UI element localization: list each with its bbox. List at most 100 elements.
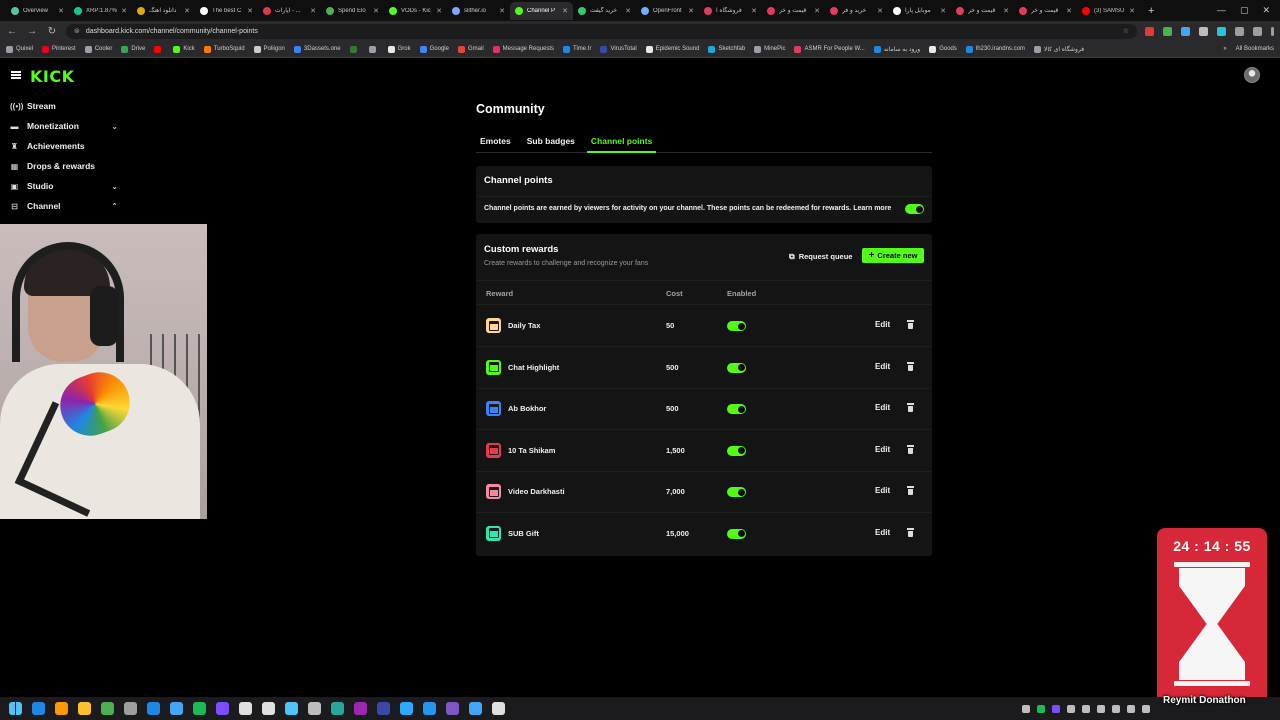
- tab-close-icon[interactable]: ✕: [373, 7, 379, 15]
- taskbar-app-icon[interactable]: [170, 702, 183, 715]
- tray-icon[interactable]: [1052, 704, 1060, 713]
- browser-tab[interactable]: (3) SAMSU ✕: [1077, 2, 1140, 20]
- taskbar-app-icon[interactable]: [32, 702, 45, 715]
- tab-close-icon[interactable]: ✕: [58, 7, 64, 15]
- bookmark-item[interactable]: Google: [419, 45, 449, 53]
- bookmark-item[interactable]: ASMR For People W...: [794, 45, 865, 53]
- tab-close-icon[interactable]: ✕: [877, 7, 883, 15]
- learn-more-link[interactable]: Learn more: [853, 205, 891, 212]
- bookmark-item[interactable]: Cooler: [84, 45, 112, 53]
- edit-reward-button[interactable]: Edit: [875, 486, 890, 495]
- tab-emotes[interactable]: Emotes: [476, 133, 515, 153]
- browser-tab[interactable]: slither.io ✕: [447, 2, 510, 20]
- taskbar-app-icon[interactable]: [55, 702, 68, 715]
- taskbar-app-icon[interactable]: [423, 702, 436, 715]
- bookmark-item[interactable]: Time.Ir: [563, 45, 591, 53]
- bookmark-item[interactable]: Grok: [387, 45, 411, 53]
- tab-close-icon[interactable]: ✕: [688, 7, 694, 15]
- browser-tab[interactable]: قیمت و خر ✕: [1014, 2, 1077, 20]
- browser-tab[interactable]: The best C ✕: [195, 2, 258, 20]
- reward-enabled-toggle[interactable]: [727, 321, 746, 331]
- bookmark-item[interactable]: Epidemic Sound: [645, 45, 699, 53]
- tab-close-icon[interactable]: ✕: [562, 7, 568, 15]
- edit-reward-button[interactable]: Edit: [875, 403, 890, 412]
- taskbar-app-icon[interactable]: [377, 702, 390, 715]
- new-tab-button[interactable]: +: [1140, 5, 1162, 17]
- browser-tab[interactable]: موبایل پارا ✕: [888, 2, 951, 20]
- tab-sub-badges[interactable]: Sub badges: [523, 133, 579, 153]
- extension-icon[interactable]: [1163, 26, 1172, 36]
- sidebar-item-monetization[interactable]: ▬ Monetization ⌄: [0, 116, 130, 136]
- profile-icon[interactable]: [1253, 26, 1262, 36]
- reward-enabled-toggle[interactable]: [727, 445, 746, 456]
- bookmarks-overflow-icon[interactable]: »: [1223, 46, 1226, 52]
- tray-icon[interactable]: [1082, 704, 1090, 713]
- edit-reward-button[interactable]: Edit: [875, 362, 890, 371]
- bookmark-item[interactable]: [154, 45, 164, 53]
- minimize-icon[interactable]: —: [1217, 5, 1226, 16]
- taskbar-app-icon[interactable]: [78, 702, 91, 715]
- bookmark-item[interactable]: فروشگاه ای کالا: [1033, 45, 1084, 53]
- bookmark-item[interactable]: [368, 45, 379, 53]
- tray-icon[interactable]: [1127, 704, 1135, 713]
- site-info-icon[interactable]: ⊜: [74, 27, 80, 35]
- browser-tab[interactable]: Overview ✕: [6, 2, 69, 20]
- hamburger-menu-icon[interactable]: [11, 71, 21, 79]
- taskbar-app-icon[interactable]: [285, 702, 298, 715]
- all-bookmarks-button[interactable]: All Bookmarks: [1236, 46, 1274, 52]
- bookmark-item[interactable]: lh230.irandns.com: [965, 45, 1025, 53]
- edit-reward-button[interactable]: Edit: [875, 320, 890, 329]
- tab-close-icon[interactable]: ✕: [184, 7, 190, 15]
- taskbar-app-icon[interactable]: [216, 702, 229, 715]
- chevron-up-icon[interactable]: ⌃: [111, 202, 118, 211]
- tab-close-icon[interactable]: ✕: [436, 7, 442, 15]
- taskbar-app-icon[interactable]: [400, 702, 413, 715]
- browser-tab[interactable]: OpenFront ✕: [636, 2, 699, 20]
- close-window-icon[interactable]: ✕: [1262, 5, 1270, 16]
- extension-icon[interactable]: [1181, 26, 1190, 36]
- tab-close-icon[interactable]: ✕: [247, 7, 253, 15]
- bookmark-item[interactable]: [349, 45, 360, 53]
- bookmark-star-icon[interactable]: ☆: [1123, 27, 1129, 35]
- sidebar-item-studio[interactable]: ▣ Studio ⌄: [0, 176, 130, 196]
- extension-icon[interactable]: [1145, 26, 1154, 36]
- browser-tab[interactable]: آپارات - ... ✕: [258, 2, 321, 20]
- browser-tab[interactable]: فروشگاه آ ✕: [699, 2, 762, 20]
- trash-icon[interactable]: [906, 361, 915, 372]
- reload-icon[interactable]: ↻: [46, 26, 58, 37]
- menu-dots-icon[interactable]: [1271, 26, 1274, 36]
- tab-close-icon[interactable]: ✕: [625, 7, 631, 15]
- sidebar-item-drops-rewards[interactable]: ▦ Drops & rewards: [0, 156, 130, 176]
- extension-icon[interactable]: [1199, 26, 1208, 36]
- bookmark-item[interactable]: 3Dassets.one: [293, 45, 341, 53]
- bookmark-item[interactable]: Gmail: [457, 45, 484, 53]
- browser-tab[interactable]: XRP:1.87% ✕: [69, 2, 132, 20]
- bookmark-item[interactable]: Pinterest: [42, 45, 76, 53]
- reward-enabled-toggle[interactable]: [727, 362, 746, 373]
- create-new-button[interactable]: + Create new: [862, 248, 924, 263]
- tab-close-icon[interactable]: ✕: [499, 7, 505, 15]
- bookmark-item[interactable]: VirusTotal: [600, 45, 637, 53]
- channel-points-toggle[interactable]: [905, 204, 924, 214]
- tab-close-icon[interactable]: ✕: [940, 7, 946, 15]
- browser-tab[interactable]: قیمت و خر ✕: [951, 2, 1014, 20]
- taskbar-app-icon[interactable]: [124, 702, 137, 715]
- tray-icon[interactable]: [1112, 704, 1120, 713]
- sidebar-item-channel[interactable]: ⊟ Channel ⌃: [0, 196, 130, 216]
- forward-icon[interactable]: →: [26, 26, 38, 37]
- maximize-icon[interactable]: ▢: [1240, 5, 1249, 16]
- back-icon[interactable]: ←: [6, 26, 18, 37]
- taskbar-app-icon[interactable]: [193, 702, 206, 715]
- taskbar-app-icon[interactable]: [262, 702, 275, 715]
- taskbar-app-icon[interactable]: [101, 702, 114, 715]
- bookmark-item[interactable]: Quixel: [6, 45, 33, 53]
- trash-icon[interactable]: [906, 403, 915, 413]
- request-queue-button[interactable]: ⧉ Request queue: [789, 249, 852, 264]
- browser-tab[interactable]: Channel P ✕: [510, 1, 573, 20]
- tab-close-icon[interactable]: ✕: [1129, 7, 1135, 15]
- bookmark-item[interactable]: Drive: [121, 45, 145, 53]
- tray-icon[interactable]: [1142, 704, 1150, 713]
- taskbar-app-icon[interactable]: [147, 702, 160, 715]
- puzzle-icon[interactable]: [1235, 26, 1244, 36]
- tab-close-icon[interactable]: ✕: [121, 7, 127, 15]
